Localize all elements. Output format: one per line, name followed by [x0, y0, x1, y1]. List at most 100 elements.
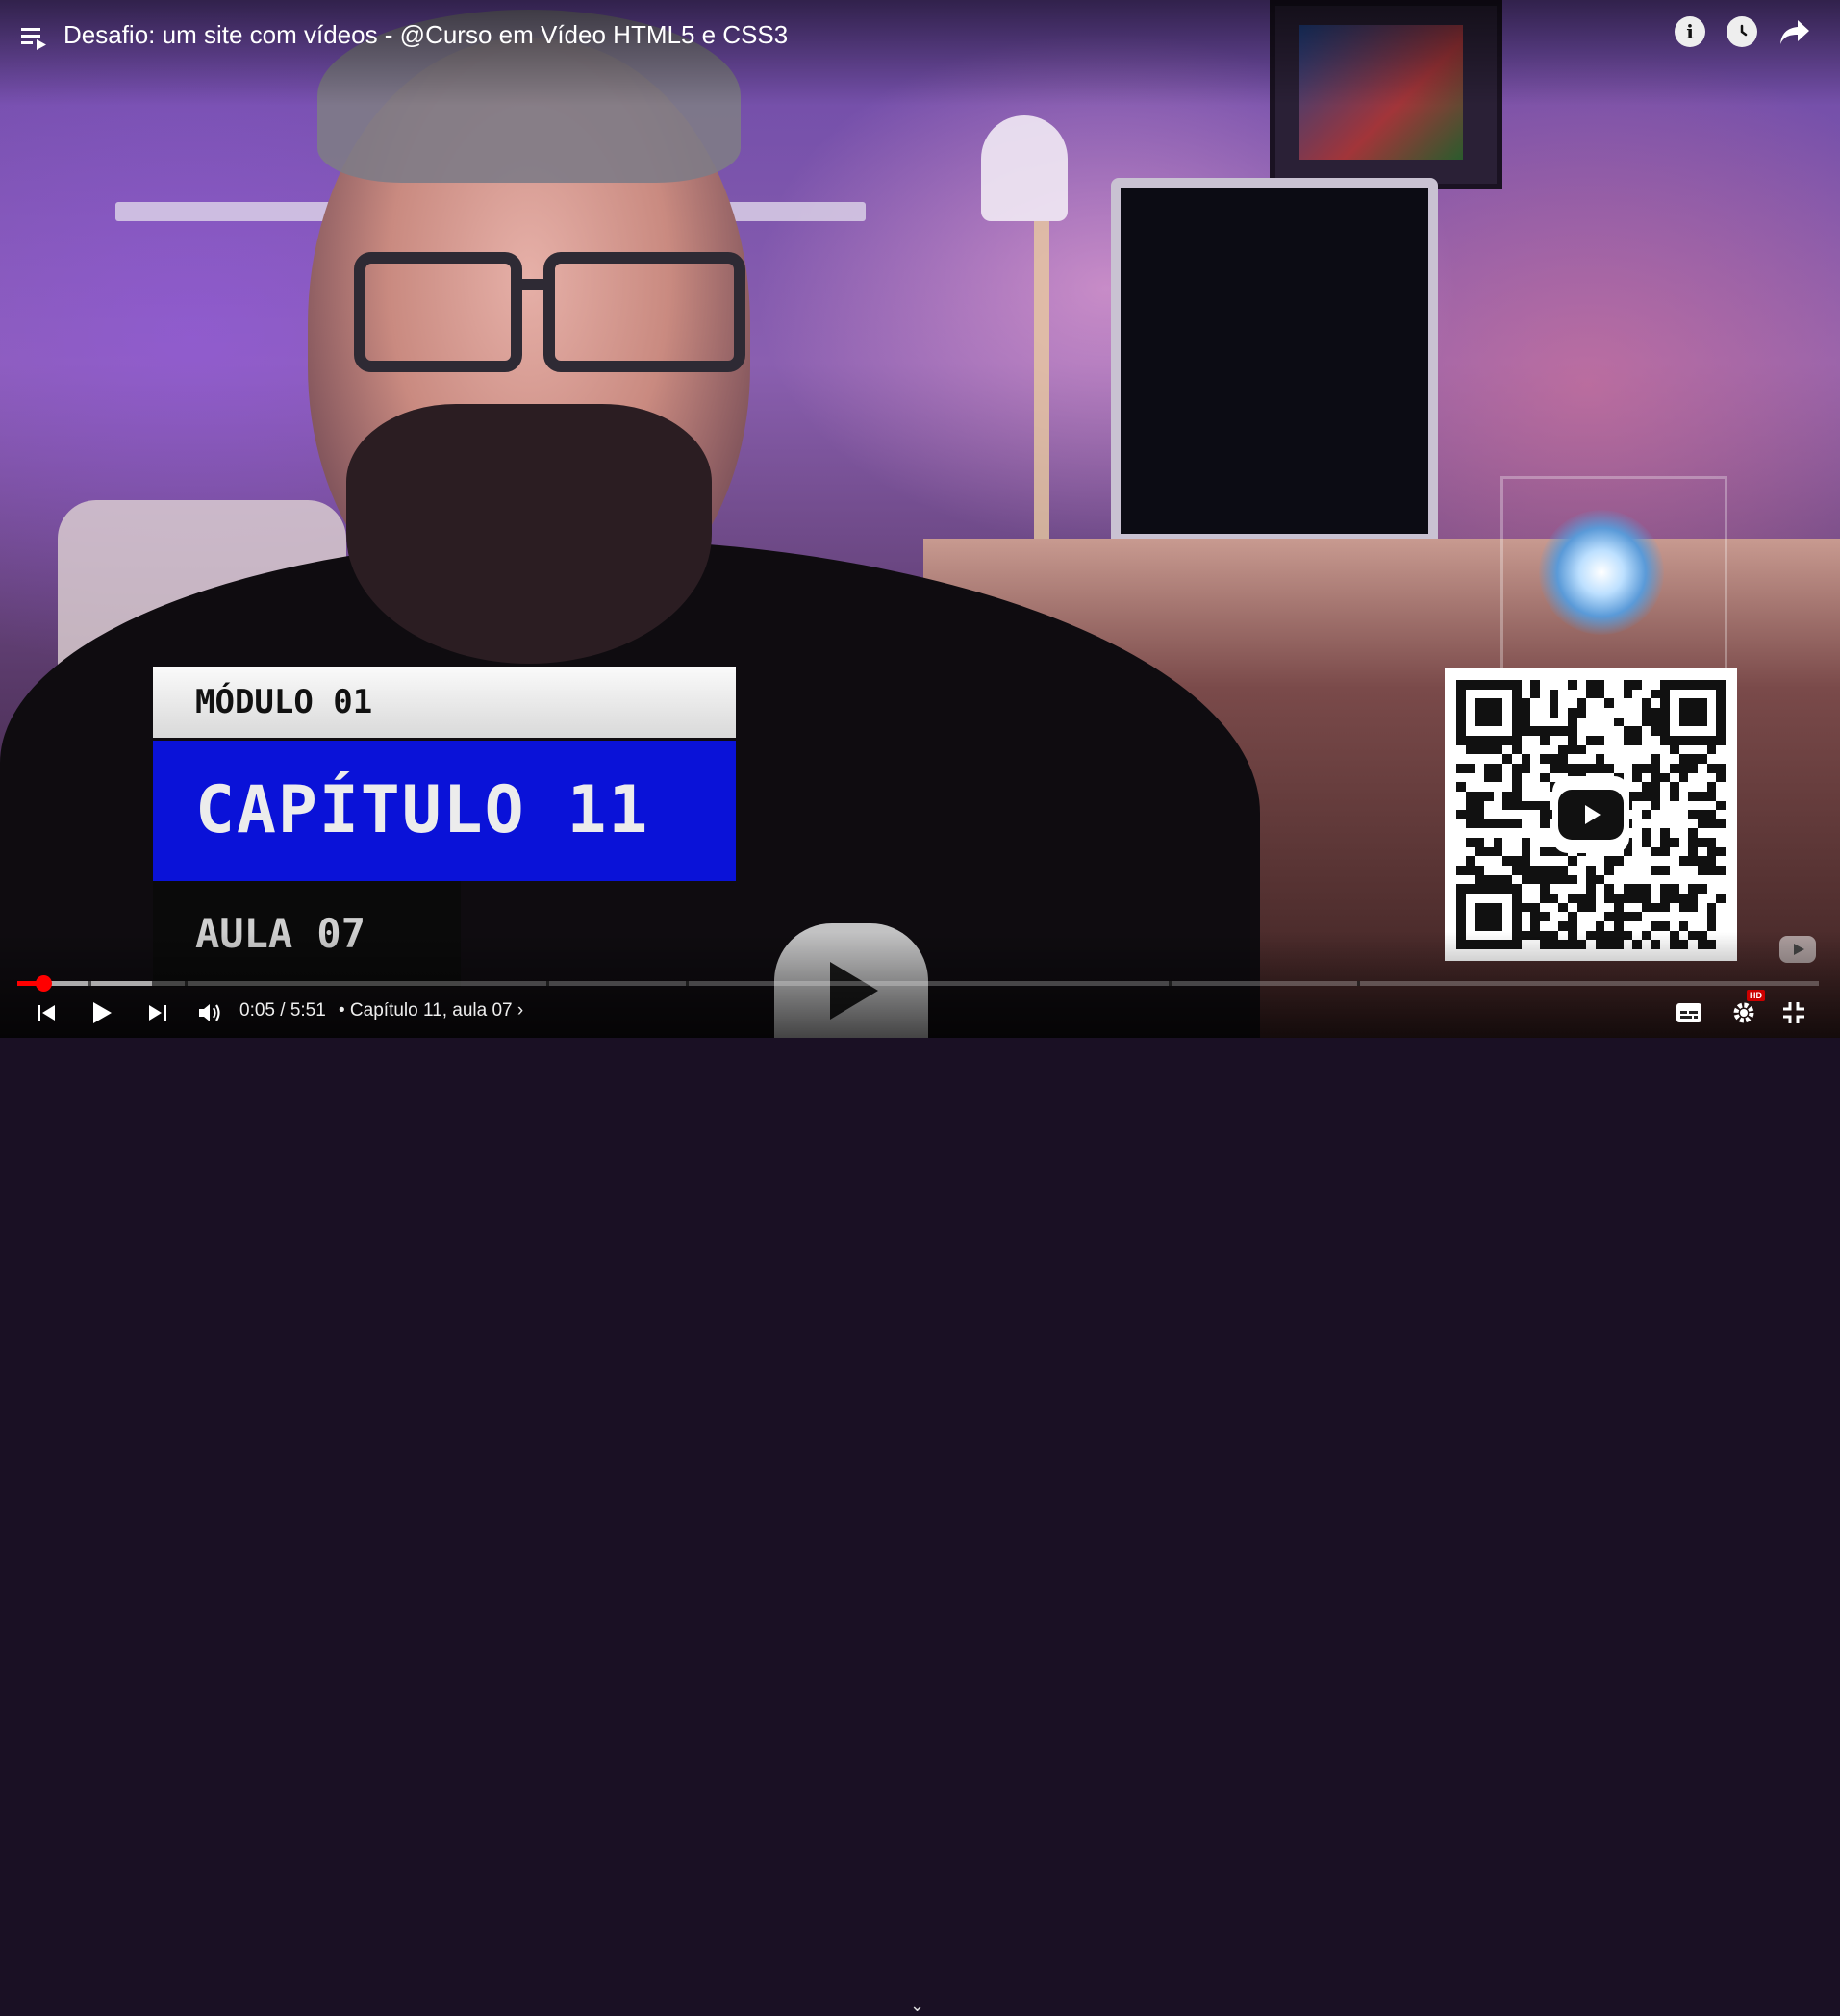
playlist-icon[interactable] [19, 23, 48, 52]
qr-module [1642, 856, 1651, 866]
qr-module [1698, 782, 1707, 792]
qr-module [1624, 754, 1633, 764]
qr-module [1614, 680, 1624, 690]
qr-module [1530, 792, 1540, 801]
qr-module [1466, 690, 1475, 699]
qr-module [1707, 708, 1717, 718]
video-frame[interactable]: MÓDULO 01 CAPÍTULO 11 AULA 07 [0, 0, 1840, 1038]
chapter-title-button[interactable]: • Capítulo 11, aula 07 › [339, 1000, 523, 1021]
qr-module [1549, 698, 1559, 708]
qr-module [1679, 810, 1689, 819]
qr-module [1475, 902, 1484, 913]
qr-module [1475, 884, 1484, 895]
qr-module [1660, 698, 1671, 708]
qr-module [1494, 866, 1503, 875]
qr-module [1475, 782, 1484, 792]
qr-module [1596, 912, 1605, 921]
qr-module [1511, 782, 1522, 792]
qr-module [1512, 828, 1522, 838]
qr-module [1632, 866, 1642, 875]
qr-module [1651, 754, 1661, 764]
qr-module [1706, 856, 1717, 867]
share-icon[interactable] [1778, 16, 1811, 47]
qr-module [1614, 866, 1624, 875]
qr-module [1456, 884, 1466, 895]
qr-module [1595, 921, 1605, 931]
qr-module [1642, 828, 1651, 839]
qr-module [1511, 680, 1522, 690]
qr-module [1493, 902, 1503, 913]
qr-module [1632, 847, 1642, 857]
qr-module [1522, 690, 1531, 699]
next-icon[interactable] [144, 995, 171, 1030]
qr-module [1521, 763, 1531, 773]
volume-icon[interactable] [195, 995, 224, 1030]
qr-module [1642, 736, 1651, 745]
qr-module [1465, 763, 1475, 773]
qr-module [1707, 726, 1717, 736]
qr-module [1484, 856, 1494, 866]
qr-module [1698, 773, 1707, 783]
qr-module [1502, 810, 1512, 819]
qr-module [1679, 745, 1689, 755]
qr-module [1651, 921, 1661, 931]
qr-module [1484, 866, 1494, 875]
chapter-divider [1357, 981, 1360, 986]
play-icon[interactable] [88, 995, 115, 1030]
qr-module [1707, 690, 1717, 699]
qr-module [1493, 717, 1503, 727]
previous-icon[interactable] [33, 995, 60, 1030]
presenter-glasses-right [543, 252, 745, 372]
qr-module [1632, 791, 1643, 801]
qr-module [1475, 866, 1484, 875]
subtitles-icon[interactable] [1675, 995, 1703, 1030]
video-title[interactable]: Desafio: um site com vídeos - @Curso em … [63, 18, 788, 51]
qr-module [1502, 680, 1512, 690]
qr-module [1688, 810, 1699, 819]
qr-module [1493, 838, 1503, 847]
qr-module [1456, 689, 1466, 699]
qr-module [1586, 866, 1596, 875]
qr-module [1660, 846, 1671, 857]
qr-module [1530, 912, 1540, 922]
qr-module [1604, 690, 1614, 699]
qr-module [1475, 791, 1484, 801]
qr-module [1475, 838, 1484, 847]
duration: 5:51 [290, 1000, 326, 1021]
qr-module [1511, 698, 1522, 708]
qr-module [1494, 828, 1503, 838]
qr-module [1651, 772, 1661, 783]
qr-module [1642, 838, 1651, 847]
chevron-down-icon[interactable]: ⌄ [910, 1996, 924, 2016]
qr-module [1604, 894, 1615, 903]
qr-module [1577, 718, 1587, 727]
qr-module [1614, 875, 1624, 885]
qr-module [1550, 680, 1559, 690]
qr-module [1716, 828, 1726, 838]
exit-fullscreen-icon[interactable] [1779, 995, 1808, 1030]
settings-icon[interactable]: HD [1728, 990, 1765, 1030]
qr-module [1550, 718, 1559, 727]
qr-module [1614, 745, 1624, 755]
qr-module [1716, 846, 1726, 857]
qr-module [1642, 717, 1651, 727]
progress-bar[interactable] [17, 975, 1819, 992]
qr-module [1632, 782, 1642, 792]
qr-module [1475, 921, 1484, 931]
qr-module [1632, 698, 1642, 708]
qr-module [1475, 800, 1484, 811]
qr-module [1558, 856, 1568, 866]
qr-module [1576, 744, 1587, 755]
qr-module [1539, 866, 1550, 875]
qr-module [1511, 921, 1522, 931]
qr-module [1688, 707, 1699, 718]
qr-module [1716, 763, 1726, 773]
qr-module [1642, 921, 1651, 931]
qr-module [1604, 912, 1615, 922]
qr-module [1568, 884, 1577, 894]
qr-module [1558, 912, 1568, 921]
progress-scrubber[interactable] [35, 975, 52, 992]
watch-later-icon[interactable] [1727, 16, 1757, 47]
info-icon[interactable]: i [1675, 16, 1705, 47]
qr-module [1688, 717, 1699, 727]
